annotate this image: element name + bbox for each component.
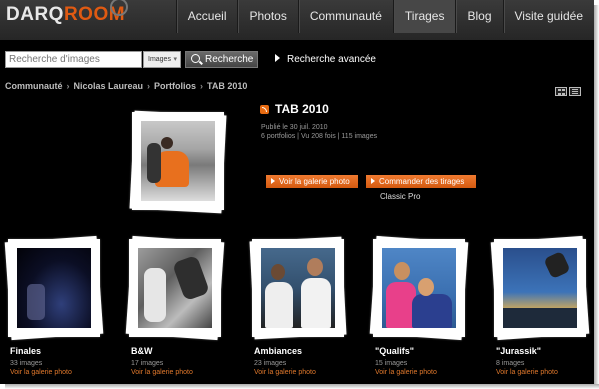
gallery-title[interactable]: "Jurassik" bbox=[496, 346, 541, 356]
gallery-link[interactable]: Voir la galerie photo bbox=[375, 369, 437, 376]
album-stats: 6 portfolios | Vu 208 fois | 115 images bbox=[261, 133, 378, 140]
nav-blog[interactable]: Blog bbox=[455, 0, 502, 33]
search-icon bbox=[191, 54, 200, 63]
search-button[interactable]: Recherche bbox=[185, 51, 258, 68]
gallery-photo bbox=[261, 248, 335, 328]
logo-ring-icon bbox=[110, 0, 128, 16]
polaroid-front bbox=[8, 239, 100, 337]
nav-tirages[interactable]: Tirages bbox=[392, 0, 456, 33]
gallery-thumb-ambiances[interactable] bbox=[248, 236, 348, 340]
main-nav: Accueil Photos Communauté Tirages Blog V… bbox=[175, 0, 595, 33]
polaroid-front bbox=[494, 239, 586, 337]
gallery-count: 15 images bbox=[375, 360, 408, 367]
gallery-photo bbox=[503, 248, 577, 328]
play-arrow-icon bbox=[275, 54, 280, 62]
rss-icon[interactable] bbox=[260, 105, 269, 114]
view-toggle bbox=[553, 83, 581, 101]
gallery-title[interactable]: Ambiances bbox=[254, 346, 302, 356]
gallery-photo bbox=[382, 248, 456, 328]
breadcrumb-separator: › bbox=[200, 81, 204, 91]
gallery-title[interactable]: B&W bbox=[131, 346, 153, 356]
print-type-label: Classic Pro bbox=[380, 192, 421, 201]
polaroid-front bbox=[373, 239, 465, 337]
nav-visite-guidee[interactable]: Visite guidée bbox=[502, 0, 595, 33]
gallery-thumb-finales[interactable] bbox=[4, 235, 104, 341]
breadcrumb-separator: › bbox=[147, 81, 151, 91]
breadcrumb-portfolios[interactable]: Portfolios bbox=[154, 81, 196, 91]
gallery-link[interactable]: Voir la galerie photo bbox=[254, 369, 316, 376]
album-published-date: Publié le 30 juil. 2010 bbox=[261, 124, 328, 131]
search-type-value: Images bbox=[148, 56, 171, 63]
nav-photos[interactable]: Photos bbox=[237, 0, 297, 33]
breadcrumb-current: TAB 2010 bbox=[207, 81, 248, 91]
gallery-thumb-bw[interactable] bbox=[125, 235, 225, 341]
logo[interactable]: DARQROOM bbox=[6, 4, 125, 26]
advanced-search-link[interactable]: Recherche avancée bbox=[275, 54, 376, 65]
gallery-thumb-qualifs[interactable] bbox=[369, 235, 469, 341]
gallery-title[interactable]: "Qualifs" bbox=[375, 346, 414, 356]
search-button-label: Recherche bbox=[205, 54, 254, 65]
gallery-count: 23 images bbox=[254, 360, 287, 367]
polaroid-front bbox=[252, 239, 344, 337]
top-bar: DARQROOM Accueil Photos Communauté Tirag… bbox=[0, 0, 594, 40]
gallery-photo bbox=[138, 248, 212, 328]
gallery-link[interactable]: Voir la galerie photo bbox=[10, 369, 72, 376]
chevron-down-icon: ▾ bbox=[173, 56, 177, 63]
order-prints-button[interactable]: Commander des tirages bbox=[366, 175, 476, 188]
album-cover[interactable] bbox=[128, 110, 228, 214]
logo-text-darq: DARQ bbox=[6, 4, 64, 25]
gallery-count: 8 images bbox=[496, 360, 525, 367]
page-shadow bbox=[594, 5, 599, 389]
breadcrumb-user[interactable]: Nicolas Laureau bbox=[74, 81, 144, 91]
nav-communaute[interactable]: Communauté bbox=[297, 0, 393, 33]
album-cover-photo bbox=[141, 121, 215, 201]
breadcrumb-communaute[interactable]: Communauté bbox=[5, 81, 63, 91]
search-type-select[interactable]: Images ▾ bbox=[143, 51, 181, 68]
view-gallery-button[interactable]: Voir la galerie photo bbox=[266, 175, 358, 188]
gallery-title[interactable]: Finales bbox=[10, 346, 41, 356]
nav-accueil[interactable]: Accueil bbox=[175, 0, 238, 33]
gallery-thumb-jurassik[interactable] bbox=[490, 235, 590, 341]
gallery-count: 17 images bbox=[131, 360, 164, 367]
gallery-count: 33 images bbox=[10, 360, 43, 367]
list-view-icon[interactable] bbox=[569, 87, 581, 96]
polaroid-front bbox=[129, 239, 221, 337]
app-frame: DARQROOM Accueil Photos Communauté Tirag… bbox=[0, 0, 594, 384]
gallery-link[interactable]: Voir la galerie photo bbox=[496, 369, 558, 376]
breadcrumb: Communauté › Nicolas Laureau › Portfolios › TA… bbox=[5, 81, 247, 91]
breadcrumb-separator: › bbox=[66, 81, 70, 91]
advanced-search-label: Recherche avancée bbox=[287, 54, 376, 65]
gallery-photo bbox=[17, 248, 91, 328]
page-shadow bbox=[5, 384, 599, 389]
polaroid-front bbox=[132, 112, 224, 210]
search-input[interactable] bbox=[5, 51, 142, 68]
grid-view-icon[interactable] bbox=[555, 87, 567, 96]
album-title: TAB 2010 bbox=[275, 102, 329, 116]
gallery-link[interactable]: Voir la galerie photo bbox=[131, 369, 193, 376]
